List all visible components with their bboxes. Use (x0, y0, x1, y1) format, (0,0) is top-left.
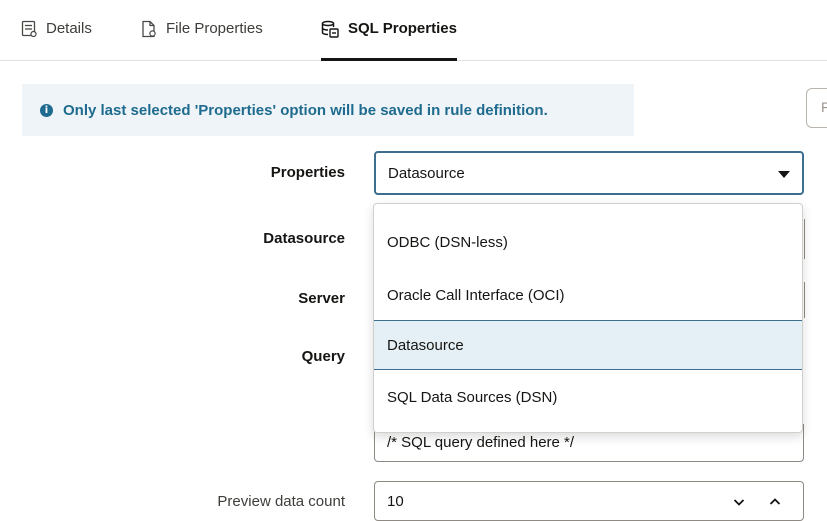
info-banner: i Only last selected 'Properties' option… (22, 84, 634, 136)
properties-label: Properties (270, 164, 345, 181)
tab-bar: Details File Properties SQL Properties (0, 0, 827, 61)
side-button[interactable]: F (806, 88, 827, 128)
database-icon (321, 20, 339, 38)
tab-details[interactable]: Details (21, 20, 92, 60)
query-label: Query (301, 348, 345, 365)
properties-dropdown-list: ODBC (DSN-less) Oracle Call Interface (O… (373, 203, 803, 433)
dropdown-option-oci[interactable]: Oracle Call Interface (OCI) (374, 270, 802, 320)
chevron-up-icon[interactable] (769, 494, 781, 505)
dropdown-option-dsn[interactable]: SQL Data Sources (DSN) (374, 372, 802, 422)
banner-text: Only last selected 'Properties' option w… (63, 101, 548, 119)
tab-sql-properties[interactable]: SQL Properties (321, 20, 457, 61)
chevron-down-icon[interactable] (733, 494, 745, 506)
tab-label: File Properties (166, 20, 263, 37)
details-icon (21, 20, 37, 38)
caret-down-icon (778, 171, 790, 178)
tab-label: SQL Properties (348, 20, 457, 37)
datasource-label: Datasource (263, 230, 345, 247)
tab-file-properties[interactable]: File Properties (141, 20, 263, 60)
info-icon: i (40, 103, 53, 117)
file-properties-icon (141, 20, 157, 38)
preview-count-input[interactable]: 10 (374, 481, 804, 521)
dropdown-option-odbc[interactable]: ODBC (DSN-less) (374, 217, 802, 267)
properties-value: Datasource (388, 165, 465, 182)
preview-count-value: 10 (387, 493, 404, 510)
server-label: Server (298, 290, 345, 307)
tab-label: Details (46, 20, 92, 37)
preview-count-label: Preview data count (217, 493, 345, 510)
properties-select[interactable]: Datasource (374, 151, 804, 195)
query-value: /* SQL query defined here */ (387, 434, 575, 451)
dropdown-option-datasource[interactable]: Datasource (374, 320, 802, 370)
